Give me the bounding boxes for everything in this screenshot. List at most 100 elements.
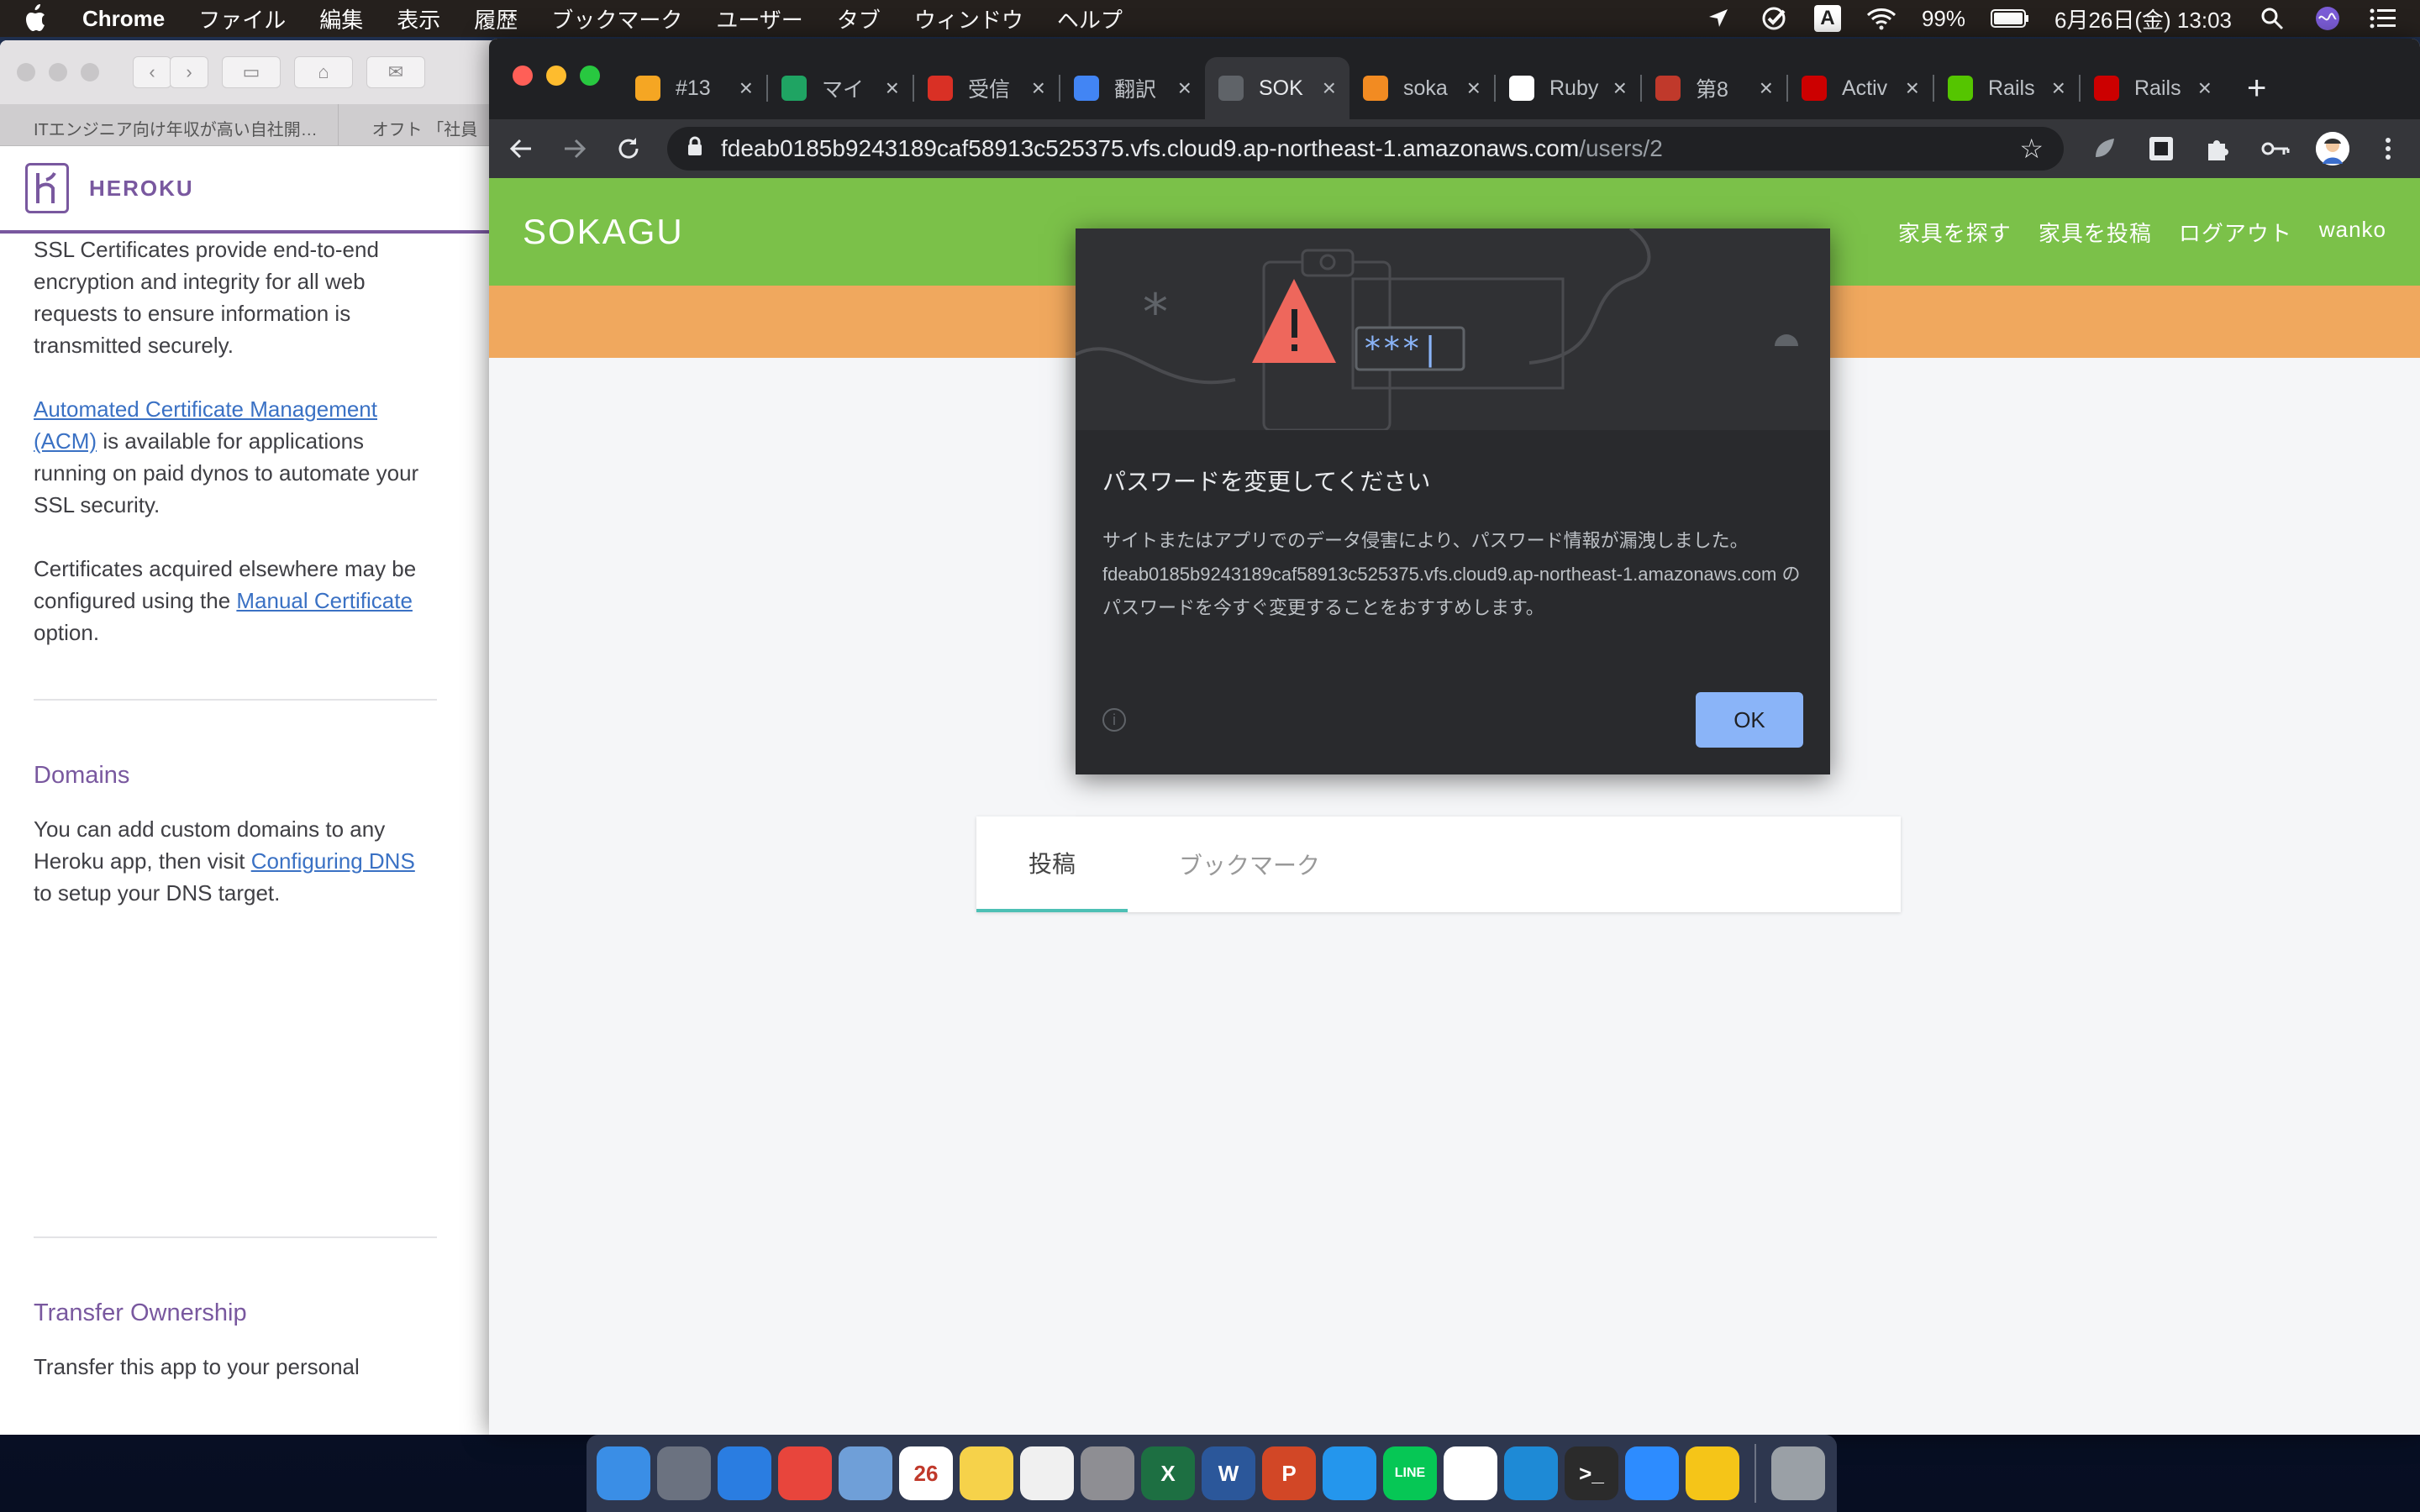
menu-history[interactable]: 履歴: [474, 3, 518, 34]
slack-icon[interactable]: [1444, 1446, 1497, 1500]
browser-tab[interactable]: マイ ×: [768, 63, 913, 113]
close-tab-icon[interactable]: ×: [1613, 75, 1627, 102]
spotlight-search-icon[interactable]: [2257, 3, 2287, 34]
tab-bookmarks[interactable]: ブックマーク: [1128, 816, 1371, 912]
safari-mail-icon[interactable]: ✉: [366, 56, 425, 88]
powerpoint-icon[interactable]: P: [1262, 1446, 1316, 1500]
safari-minimize-button[interactable]: [49, 63, 67, 81]
nav-find-furniture[interactable]: 家具を探す: [1898, 217, 2012, 248]
browser-tab[interactable]: 受信 ×: [914, 63, 1059, 113]
safari-close-button[interactable]: [17, 63, 35, 81]
close-tab-icon[interactable]: ×: [1906, 75, 1919, 102]
browser-tab[interactable]: Activ ×: [1788, 63, 1933, 113]
minimize-window-button[interactable]: [546, 66, 566, 86]
nav-post-furniture[interactable]: 家具を投稿: [2039, 217, 2152, 248]
safari-tab[interactable]: ITエンジニア向け年収が高い自社開…: [0, 104, 339, 145]
photos-icon[interactable]: [1020, 1446, 1074, 1500]
menu-tab[interactable]: タブ: [837, 3, 881, 34]
battery-icon[interactable]: [1991, 3, 2029, 34]
excel-icon[interactable]: X: [1141, 1446, 1195, 1500]
battery-percent[interactable]: 99%: [1922, 6, 1965, 32]
ok-button[interactable]: OK: [1696, 692, 1803, 748]
forward-arrow-icon[interactable]: [560, 134, 590, 164]
menu-bookmarks[interactable]: ブックマーク: [551, 3, 682, 34]
system-preferences-icon[interactable]: [1081, 1446, 1134, 1500]
heroku-wordmark[interactable]: HEROKU: [89, 176, 194, 202]
cyberduck-icon[interactable]: [1686, 1446, 1739, 1500]
safari-home-icon[interactable]: ⌂: [294, 56, 353, 88]
finder-icon[interactable]: [597, 1446, 650, 1500]
safari-tab[interactable]: オフト 「社員: [339, 104, 504, 145]
close-tab-icon[interactable]: ×: [1032, 75, 1045, 102]
trash-icon[interactable]: [1771, 1446, 1825, 1500]
wifi-icon[interactable]: [1866, 3, 1897, 34]
location-arrow-icon[interactable]: [1703, 3, 1733, 34]
browser-tab[interactable]: 翻訳 ×: [1060, 63, 1205, 113]
info-icon[interactable]: i: [1102, 708, 1126, 732]
close-tab-icon[interactable]: ×: [1178, 75, 1192, 102]
browser-tab[interactable]: SOK ×: [1205, 57, 1349, 119]
vscode-icon[interactable]: [1504, 1446, 1558, 1500]
profile-avatar[interactable]: [2316, 132, 2349, 165]
site-brand[interactable]: SOKAGU: [523, 212, 684, 252]
bookmark-star-icon[interactable]: ☆: [2019, 133, 2044, 165]
browser-tab[interactable]: Rails ×: [2081, 63, 2225, 113]
safari-icon[interactable]: [718, 1446, 771, 1500]
safari-zoom-button[interactable]: [81, 63, 99, 81]
line-icon[interactable]: LINE: [1383, 1446, 1437, 1500]
close-tab-icon[interactable]: ×: [2052, 75, 2065, 102]
notes-icon[interactable]: [960, 1446, 1013, 1500]
mail-icon[interactable]: [839, 1446, 892, 1500]
browser-tab[interactable]: Rails ×: [1934, 63, 2079, 113]
siri-icon[interactable]: [2312, 3, 2343, 34]
menu-edit[interactable]: 編集: [319, 3, 363, 34]
reload-icon[interactable]: [613, 134, 644, 164]
tab-posts[interactable]: 投稿: [976, 816, 1128, 912]
close-tab-icon[interactable]: ×: [1323, 75, 1336, 102]
menu-view[interactable]: 表示: [397, 3, 440, 34]
apple-menu-icon[interactable]: [22, 3, 50, 34]
checkmark-circle-icon[interactable]: [1759, 3, 1789, 34]
extensions-puzzle-icon[interactable]: [2202, 132, 2235, 165]
close-tab-icon[interactable]: ×: [1467, 75, 1481, 102]
menu-people[interactable]: ユーザー: [716, 3, 802, 34]
extension-hatena-icon[interactable]: [2144, 132, 2178, 165]
safari-sidebar-icon[interactable]: ▭: [222, 56, 281, 88]
zoom-window-button[interactable]: [580, 66, 600, 86]
close-tab-icon[interactable]: ×: [1760, 75, 1773, 102]
safari-back-button[interactable]: ‹: [133, 56, 171, 88]
browser-tab[interactable]: soka ×: [1349, 63, 1494, 113]
configuring-dns-link[interactable]: Configuring DNS: [251, 848, 415, 874]
browser-tab[interactable]: Ruby ×: [1496, 63, 1640, 113]
extension-leaf-icon[interactable]: [2087, 132, 2121, 165]
manual-certificate-link[interactable]: Manual Certificate: [236, 588, 413, 613]
chrome-menu-icon[interactable]: [2373, 134, 2403, 164]
nav-username[interactable]: wanko: [2319, 217, 2386, 248]
close-window-button[interactable]: [513, 66, 533, 86]
menu-window[interactable]: ウィンドウ: [914, 3, 1023, 34]
zoom-icon[interactable]: [1625, 1446, 1679, 1500]
clock[interactable]: 6月26日(金) 13:03: [2054, 3, 2232, 34]
close-tab-icon[interactable]: ×: [2198, 75, 2212, 102]
safari-forward-button[interactable]: ›: [170, 56, 208, 88]
heroku-logo-icon[interactable]: [25, 163, 69, 213]
close-tab-icon[interactable]: ×: [739, 75, 753, 102]
new-tab-button[interactable]: +: [2247, 70, 2266, 108]
browser-tab[interactable]: 第8 ×: [1642, 63, 1786, 113]
chrome-icon[interactable]: [778, 1446, 832, 1500]
calendar-icon[interactable]: 26: [899, 1446, 953, 1500]
nav-logout[interactable]: ログアウト: [2179, 217, 2292, 248]
word-icon[interactable]: W: [1202, 1446, 1255, 1500]
lock-icon[interactable]: [687, 135, 702, 162]
terminal-icon[interactable]: >_: [1565, 1446, 1618, 1500]
url-bar[interactable]: fdeab0185b9243189caf58913c525375.vfs.clo…: [667, 127, 2064, 171]
password-key-icon[interactable]: [2259, 132, 2292, 165]
menu-file[interactable]: ファイル: [198, 3, 286, 34]
notification-center-icon[interactable]: [2368, 3, 2398, 34]
close-tab-icon[interactable]: ×: [886, 75, 899, 102]
input-source-icon[interactable]: A: [1813, 5, 1841, 32]
back-arrow-icon[interactable]: [506, 134, 536, 164]
browser-tab[interactable]: #13 ×: [622, 63, 766, 113]
menu-help[interactable]: ヘルプ: [1057, 3, 1123, 34]
docker-icon[interactable]: [1323, 1446, 1376, 1500]
